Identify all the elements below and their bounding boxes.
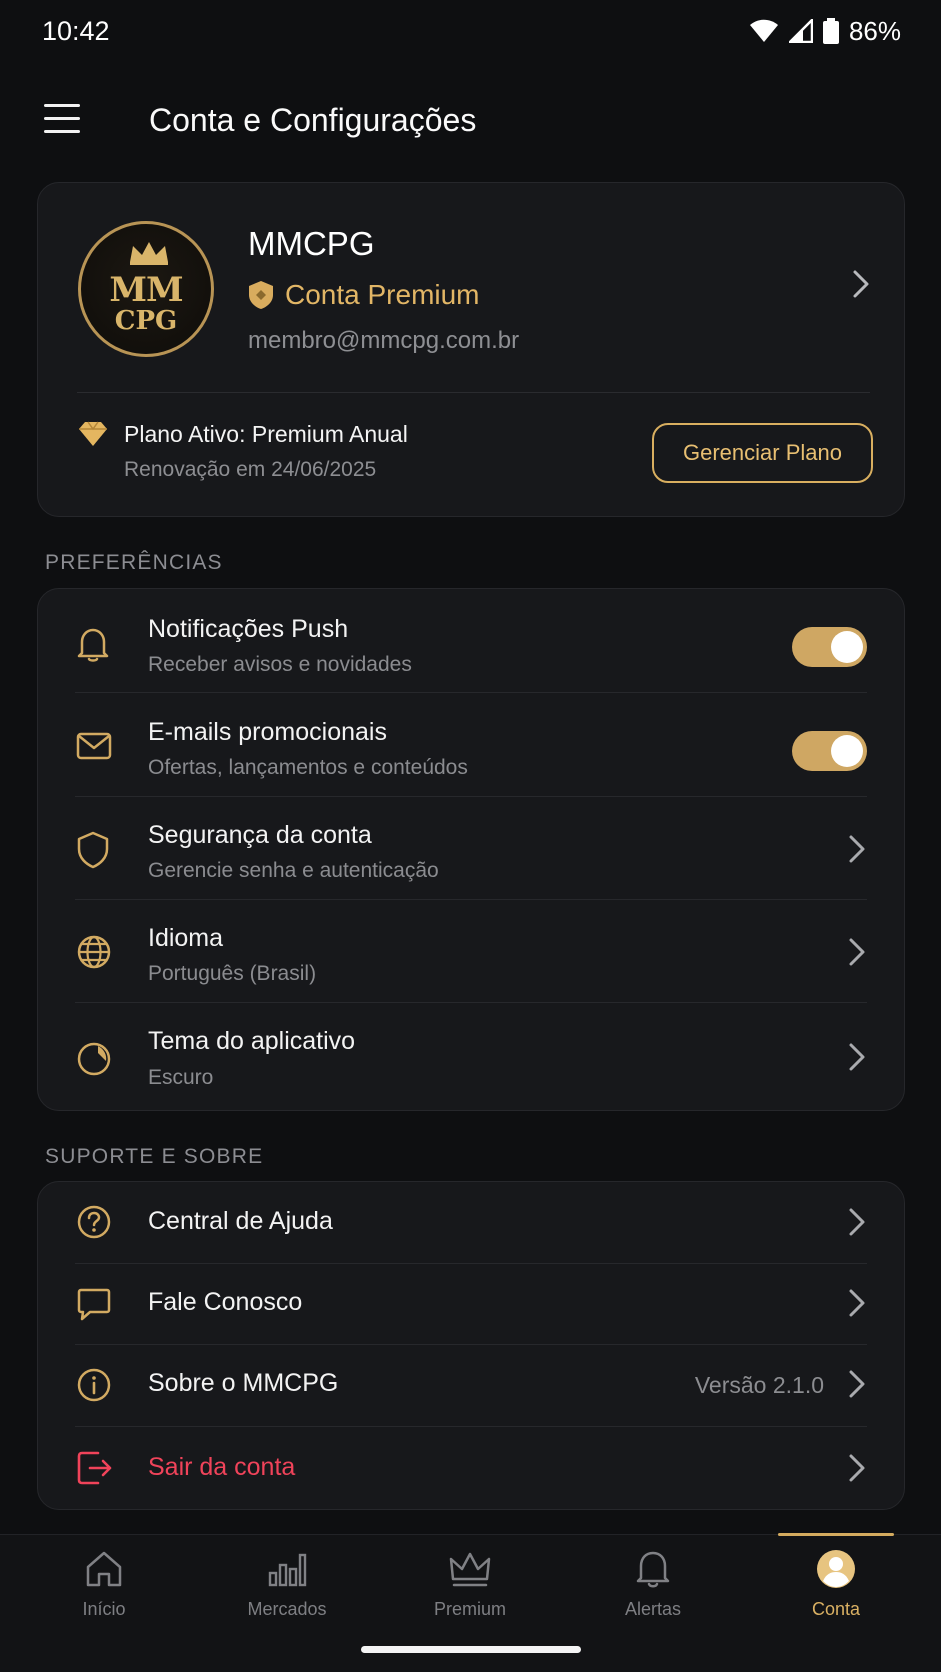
nav-item-premium[interactable]: Premium	[400, 1549, 540, 1629]
chevron-right-icon	[848, 1453, 866, 1488]
nav-label: Conta	[811, 1599, 861, 1619]
mail-icon	[76, 731, 112, 766]
support-item-help-center[interactable]: Central de Ajuda	[38, 1182, 906, 1263]
nav-label: Premium	[433, 1599, 506, 1619]
nav-label: Mercados	[247, 1599, 327, 1619]
battery-icon	[822, 18, 839, 44]
support-item-title: Sair da conta	[148, 1453, 296, 1481]
pref-item-promo-emails[interactable]: E-mails promocionais Ofertas, lançamento…	[38, 693, 906, 796]
menu-icon-line	[44, 117, 80, 120]
status-time: 10:42	[42, 15, 110, 46]
chevron-right-icon	[848, 1369, 866, 1404]
pref-item-title: E-mails promocionais	[148, 718, 387, 746]
support-item-title: Sobre o MMCPG	[148, 1369, 339, 1397]
pref-item-title: Idioma	[148, 924, 224, 952]
pref-item-subtitle: Escuro	[148, 1066, 214, 1089]
support-card: Central de Ajuda Fale Conosco Sobre o MM…	[37, 1181, 905, 1510]
support-item-contact[interactable]: Fale Conosco	[38, 1264, 906, 1344]
nav-label: Início	[82, 1599, 126, 1619]
crown-icon	[130, 242, 168, 265]
home-icon	[84, 1549, 124, 1594]
diamond-icon	[78, 421, 108, 452]
support-item-about[interactable]: Sobre o MMCPG Versão 2.1.0	[38, 1345, 906, 1426]
pref-item-subtitle: Receber avisos e novidades	[148, 653, 412, 676]
chevron-right-icon	[848, 937, 866, 972]
user-icon	[816, 1549, 856, 1594]
logout-button[interactable]: Sair da conta	[38, 1427, 906, 1510]
app-version: Versão 2.1.0	[694, 1372, 824, 1398]
nav-label: Alertas	[624, 1599, 682, 1619]
bar-chart-icon	[267, 1549, 307, 1594]
theme-icon	[76, 1041, 112, 1082]
logo-text-bottom: CPG	[114, 306, 178, 336]
promo-emails-toggle[interactable]	[792, 731, 867, 771]
app-header: Conta e Configurações	[0, 82, 941, 162]
chevron-right-icon	[848, 1207, 866, 1242]
pref-item-subtitle: Ofertas, lançamentos e conteúdos	[148, 756, 468, 779]
signal-icon	[788, 19, 813, 43]
page-title: Conta e Configurações	[149, 102, 477, 138]
plan-renewal: Renovação em 24/06/2025	[124, 458, 377, 481]
chevron-right-icon	[848, 834, 866, 869]
chevron-right-icon	[848, 1042, 866, 1077]
chevron-right-icon	[848, 1288, 866, 1323]
menu-icon-line	[44, 130, 80, 133]
pref-item-subtitle: Gerencie senha e autenticação	[148, 859, 439, 882]
bell-icon	[76, 627, 110, 668]
profile-email: membro@mmcpg.com.br	[248, 327, 520, 354]
chat-icon	[76, 1286, 112, 1327]
nav-item-home[interactable]: Início	[34, 1549, 174, 1629]
section-label-support: SUPORTE E SOBRE	[45, 1145, 264, 1168]
brand-logo: MM CPG	[78, 221, 214, 357]
battery-percent: 86%	[848, 15, 901, 46]
menu-button[interactable]	[44, 104, 84, 140]
logo-text-top: MM	[109, 270, 183, 310]
globe-icon	[76, 934, 112, 975]
pref-item-title: Segurança da conta	[148, 821, 372, 849]
profile-name: MMCPG	[248, 225, 375, 262]
pref-item-app-theme[interactable]: Tema do aplicativo Escuro	[38, 1003, 906, 1111]
info-icon	[76, 1367, 112, 1408]
support-item-title: Central de Ajuda	[148, 1207, 333, 1235]
pref-item-push-notifications[interactable]: Notificações Push Receber avisos e novid…	[38, 589, 906, 692]
nav-active-indicator	[778, 1533, 894, 1536]
crown-icon	[449, 1549, 491, 1594]
help-icon	[76, 1204, 112, 1245]
logout-icon	[76, 1450, 114, 1491]
nav-item-markets[interactable]: Mercados	[217, 1549, 357, 1629]
preferences-card: Notificações Push Receber avisos e novid…	[37, 588, 905, 1111]
status-icons: 86%	[749, 16, 901, 47]
wifi-icon	[749, 19, 779, 43]
push-notifications-toggle[interactable]	[792, 627, 867, 667]
premium-badge: Conta Premium	[247, 279, 480, 311]
chevron-right-icon[interactable]	[852, 269, 870, 304]
pref-item-account-security[interactable]: Segurança da conta Gerencie senha e aute…	[38, 797, 906, 899]
support-item-title: Fale Conosco	[148, 1288, 303, 1316]
home-indicator[interactable]	[361, 1646, 581, 1653]
nav-item-alerts[interactable]: Alertas	[583, 1549, 723, 1629]
section-label-preferences: PREFERÊNCIAS	[45, 551, 223, 574]
status-bar: 10:42 86%	[0, 0, 941, 62]
manage-plan-button[interactable]: Gerenciar Plano	[652, 423, 873, 483]
divider	[77, 392, 870, 393]
toggle-knob	[831, 631, 863, 663]
bell-icon	[634, 1549, 672, 1594]
nav-item-account[interactable]: Conta	[766, 1549, 906, 1629]
pref-item-subtitle: Português (Brasil)	[148, 962, 317, 985]
plan-title: Plano Ativo: Premium Anual	[124, 421, 408, 447]
profile-card: MM CPG MMCPG Conta Premium membro@mmcpg.…	[37, 182, 905, 517]
premium-label: Conta Premium	[285, 279, 480, 310]
shield-badge-icon	[249, 281, 273, 309]
shield-icon	[76, 831, 110, 874]
pref-item-title: Tema do aplicativo	[148, 1027, 356, 1055]
pref-item-language[interactable]: Idioma Português (Brasil)	[38, 900, 906, 1002]
menu-icon	[44, 104, 80, 107]
pref-item-title: Notificações Push	[148, 615, 349, 643]
toggle-knob	[831, 735, 863, 767]
